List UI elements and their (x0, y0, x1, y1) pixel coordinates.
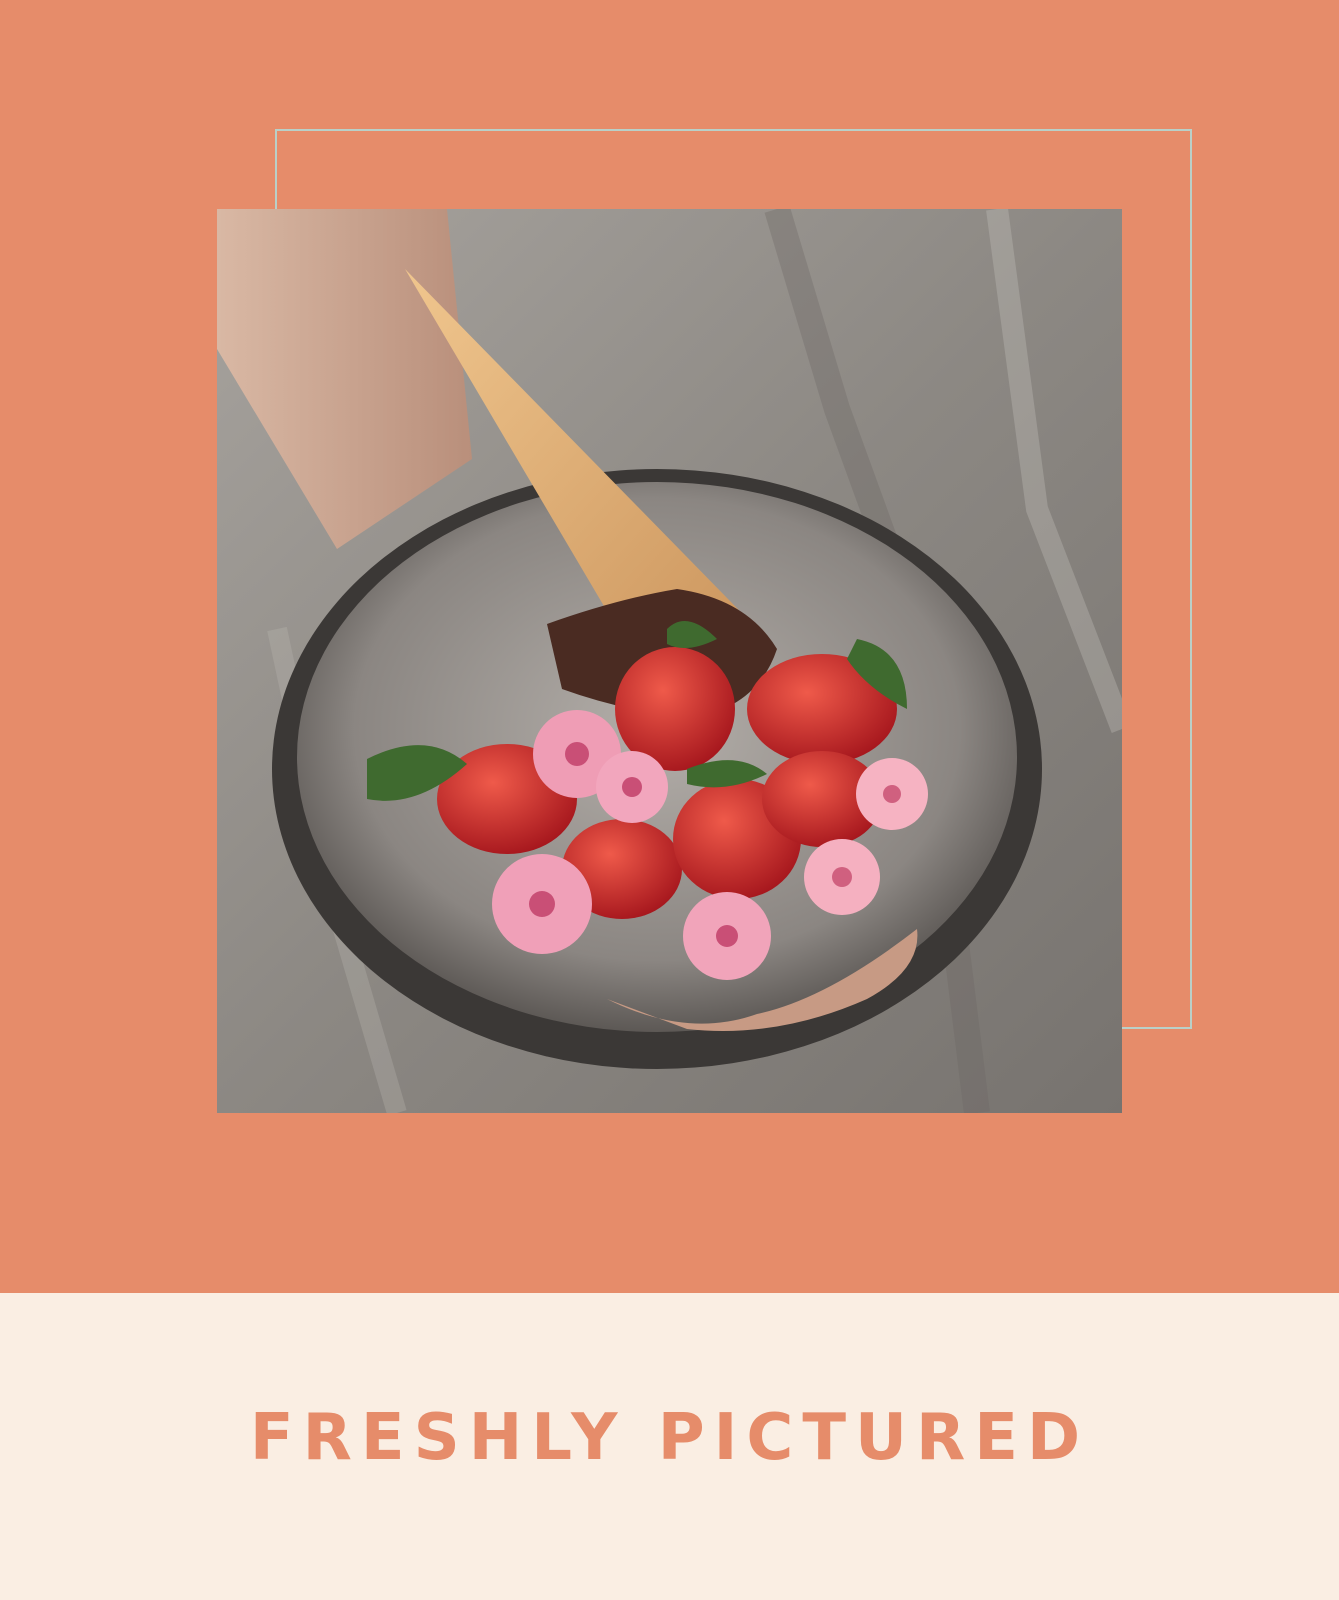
dessert-photo (217, 209, 1122, 1113)
headline: FRESHLY PICTURED (249, 1401, 1090, 1475)
pink-flower (716, 925, 738, 947)
dessert-illustration (217, 209, 1122, 1113)
pink-flower (832, 867, 852, 887)
footer-band: FRESHLY PICTURED (0, 1293, 1339, 1600)
pink-flower (883, 785, 901, 803)
pink-flower (565, 742, 589, 766)
hero-section (0, 0, 1339, 1293)
pink-flower (529, 891, 555, 917)
pink-flower (622, 777, 642, 797)
